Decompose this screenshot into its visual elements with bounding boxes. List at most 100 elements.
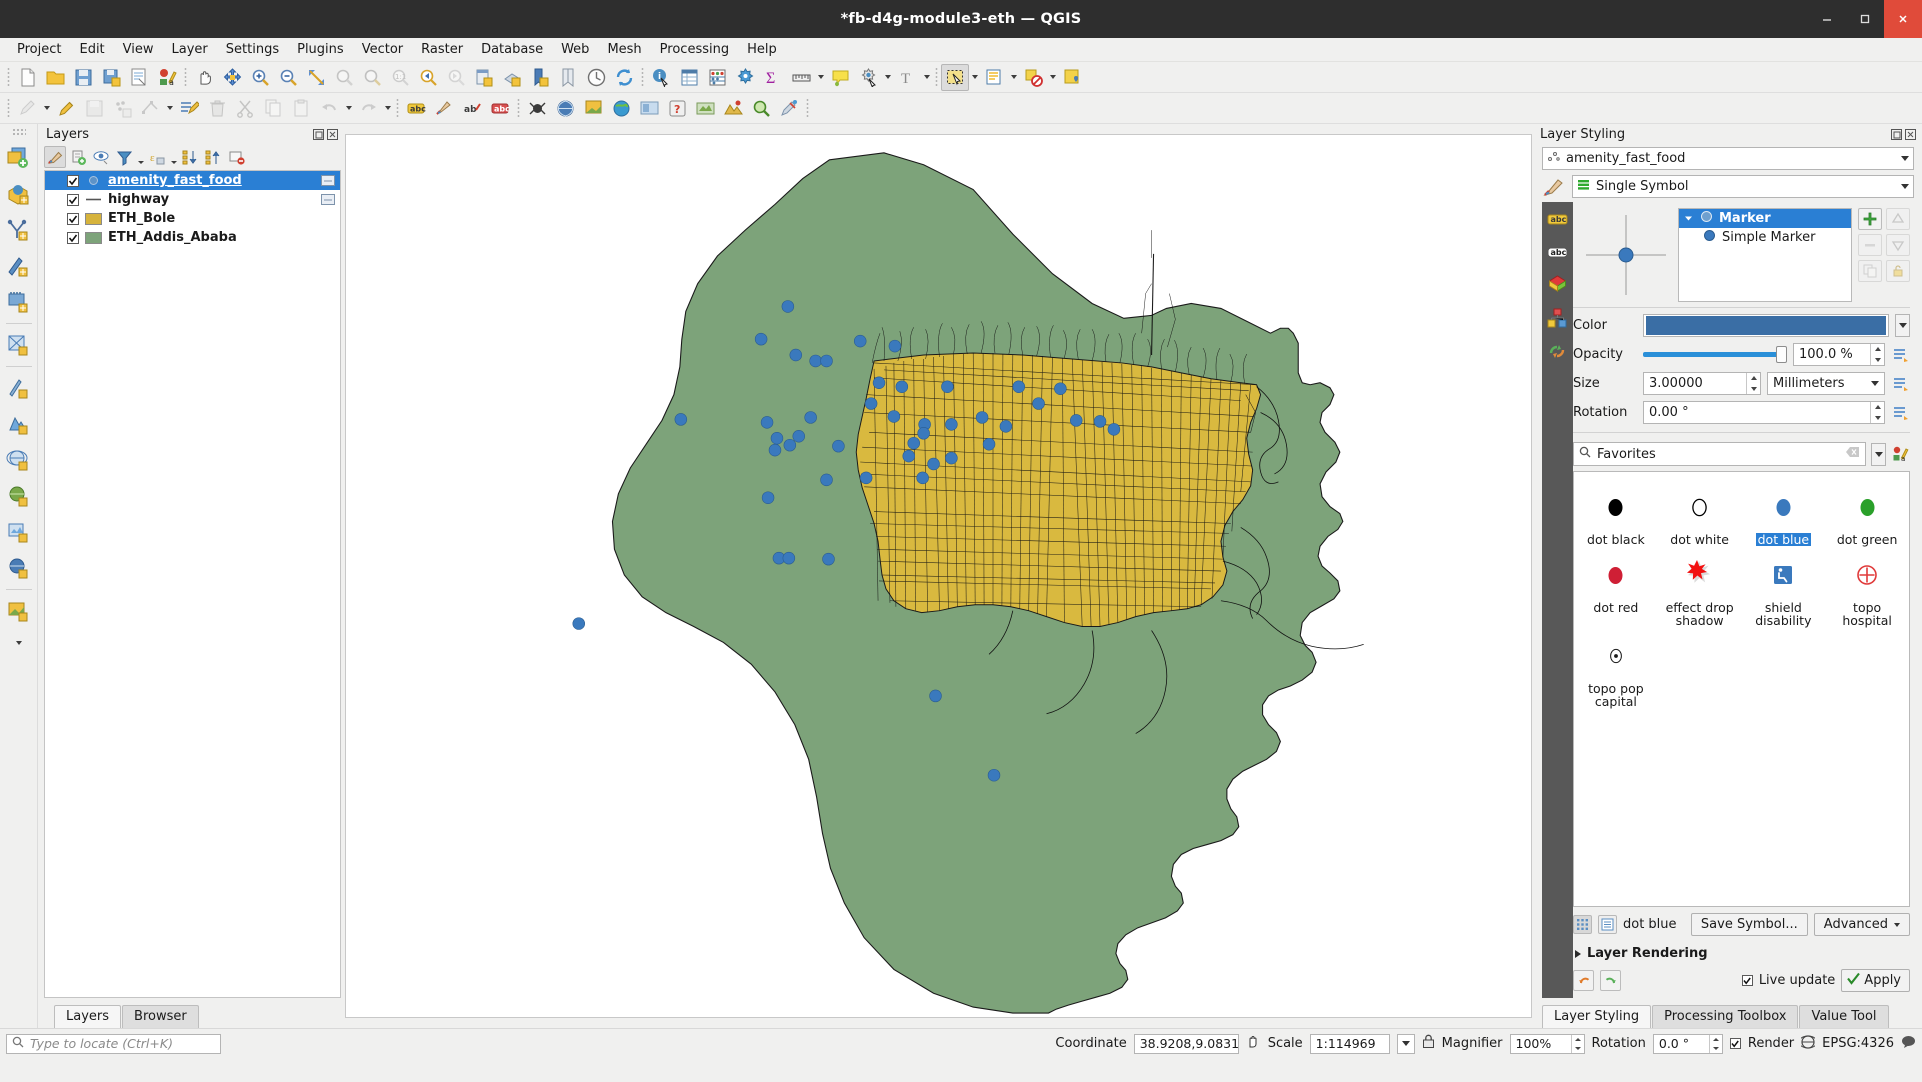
rail-handle[interactable] <box>11 128 26 137</box>
zoom-full-icon[interactable] <box>302 64 330 91</box>
open-attribute-table-icon[interactable] <box>675 64 703 91</box>
new-project-icon[interactable] <box>13 64 41 91</box>
new-print-layout-icon[interactable] <box>125 64 153 91</box>
color-field[interactable] <box>1643 314 1889 337</box>
menu-processing[interactable]: Processing <box>651 40 738 59</box>
scale-combo[interactable]: 1:114969 <box>1309 1033 1390 1054</box>
gallery-item-topo-pop-capital[interactable]: topo pop capital <box>1574 633 1658 710</box>
temporal-controller-icon[interactable] <box>582 64 610 91</box>
size-data-override-icon[interactable] <box>1891 373 1910 394</box>
3d-view-tab-icon[interactable] <box>1546 274 1569 297</box>
annotation-dropdown-arrow[interactable] <box>921 64 932 91</box>
toggle-editing-icon[interactable] <box>52 95 80 122</box>
cut-features-icon[interactable] <box>231 95 259 122</box>
manage-layer-visibility-icon[interactable] <box>90 146 112 168</box>
gallery-item-dot-red[interactable]: dot red <box>1574 552 1658 629</box>
paste-features-icon[interactable] <box>287 95 315 122</box>
redo-arrow[interactable] <box>382 95 393 122</box>
copy-features-icon[interactable] <box>259 95 287 122</box>
plugin-layout-icon[interactable] <box>635 95 663 122</box>
open-project-icon[interactable] <box>41 64 69 91</box>
expression-filter-icon[interactable]: ε <box>146 146 168 168</box>
menu-mesh[interactable]: Mesh <box>598 40 650 59</box>
layers-tree[interactable]: amenity_fast_food highway ETH_Bole ETH_A… <box>44 170 341 998</box>
opacity-data-override-icon[interactable] <box>1891 344 1910 365</box>
history-tab-icon[interactable] <box>1546 340 1569 363</box>
open-layer-styling-panel-icon[interactable] <box>44 146 66 168</box>
layer-rendering-section[interactable]: Layer Rendering <box>1573 936 1914 961</box>
color-dropdown-button[interactable] <box>1895 314 1910 337</box>
rotation-input[interactable]: 0.0 ° <box>1652 1033 1723 1054</box>
text-annotation-icon[interactable]: T <box>893 64 921 91</box>
plugin-spider-icon[interactable] <box>523 95 551 122</box>
toolbar-handle[interactable] <box>4 66 13 88</box>
filter-legend-icon[interactable] <box>113 146 135 168</box>
rotation-data-override-icon[interactable] <box>1891 402 1910 423</box>
add-oracle-layer-icon[interactable] <box>2 370 36 406</box>
menu-vector[interactable]: Vector <box>353 40 412 59</box>
duplicate-symbol-layer-button[interactable] <box>1858 260 1882 282</box>
crs-label[interactable]: EPSG:4326 <box>1822 1036 1894 1051</box>
identify-features-icon[interactable]: i <box>647 64 675 91</box>
measure-dropdown-arrow[interactable] <box>815 64 826 91</box>
symbol-tree-row-marker[interactable]: Marker <box>1679 209 1851 228</box>
magnifier-stepper[interactable] <box>1570 1034 1584 1053</box>
list-view-button[interactable] <box>1598 915 1617 934</box>
deselect-features-icon[interactable] <box>1019 64 1047 91</box>
apply-button[interactable]: Apply <box>1841 969 1910 992</box>
add-virtual-layer-icon[interactable] <box>2 442 36 478</box>
menu-database[interactable]: Database <box>472 40 552 59</box>
close-panel-icon[interactable] <box>1905 129 1916 140</box>
add-group-icon[interactable] <box>67 146 89 168</box>
menu-web[interactable]: Web <box>552 40 598 59</box>
undock-icon[interactable] <box>313 128 324 140</box>
menu-settings[interactable]: Settings <box>217 40 288 59</box>
rotation-field[interactable]: 0.00 ° <box>1643 401 1885 424</box>
close-button[interactable] <box>1884 0 1922 38</box>
save-project-icon[interactable] <box>69 64 97 91</box>
remove-symbol-layer-button[interactable] <box>1858 234 1882 256</box>
save-layer-edits-icon[interactable] <box>80 95 108 122</box>
advanced-button[interactable]: Advanced <box>1813 913 1910 936</box>
feature-action-dropdown-arrow[interactable] <box>882 64 893 91</box>
crs-globe-icon[interactable] <box>1798 1034 1818 1053</box>
add-db2-layer-icon[interactable] <box>2 406 36 442</box>
add-symbol-layer-button[interactable] <box>1858 208 1882 230</box>
plugin-terrain-icon[interactable] <box>719 95 747 122</box>
menu-view[interactable]: View <box>114 40 163 59</box>
delete-selected-icon[interactable] <box>203 95 231 122</box>
add-wfs-layer-icon[interactable] <box>2 550 36 586</box>
redo-style-button[interactable] <box>1600 970 1621 991</box>
undock-icon[interactable] <box>1891 129 1902 140</box>
scale-dropdown-button[interactable] <box>1396 1033 1415 1054</box>
menu-help[interactable]: Help <box>738 40 786 59</box>
add-arcgis-layer-icon[interactable] <box>2 593 36 629</box>
add-wms-layer-icon[interactable] <box>2 478 36 514</box>
coordinate-input[interactable]: 38.9208,9.0831 <box>1133 1033 1239 1054</box>
add-raster-layer-icon[interactable] <box>2 176 36 212</box>
tab-layer-styling[interactable]: Layer Styling <box>1542 1005 1652 1028</box>
opacity-stepper[interactable] <box>1870 344 1884 365</box>
menu-edit[interactable]: Edit <box>70 40 113 59</box>
statistical-summary-icon[interactable] <box>703 64 731 91</box>
live-update-checkbox[interactable] <box>1741 975 1753 986</box>
layer-styling-toggle-icon[interactable] <box>430 95 458 122</box>
menu-project[interactable]: Project <box>8 40 70 59</box>
sum-icon[interactable]: Σ <box>759 64 787 91</box>
layer-checkbox[interactable] <box>67 231 79 244</box>
clear-search-icon[interactable] <box>1846 446 1860 462</box>
label-toggle-icon[interactable]: abc <box>402 95 430 122</box>
symbol-search-dropdown-button[interactable] <box>1871 442 1886 466</box>
layer-checkbox[interactable] <box>67 212 79 225</box>
run-feature-action-icon[interactable] <box>854 64 882 91</box>
opacity-field[interactable]: 100.0 % <box>1793 343 1885 366</box>
gallery-item-dot-black[interactable]: dot black <box>1574 484 1658 548</box>
show-bookmarks-icon[interactable] <box>554 64 582 91</box>
tab-processing-toolbox[interactable]: Processing Toolbox <box>1652 1005 1799 1028</box>
tab-browser[interactable]: Browser <box>122 1005 199 1028</box>
size-unit-combo[interactable]: Millimeters <box>1767 372 1885 395</box>
style-manager-icon[interactable]: a <box>1891 444 1910 465</box>
layer-checkbox[interactable] <box>67 193 79 206</box>
map-tips-icon[interactable] <box>826 64 854 91</box>
current-edits-icon[interactable] <box>13 95 41 122</box>
